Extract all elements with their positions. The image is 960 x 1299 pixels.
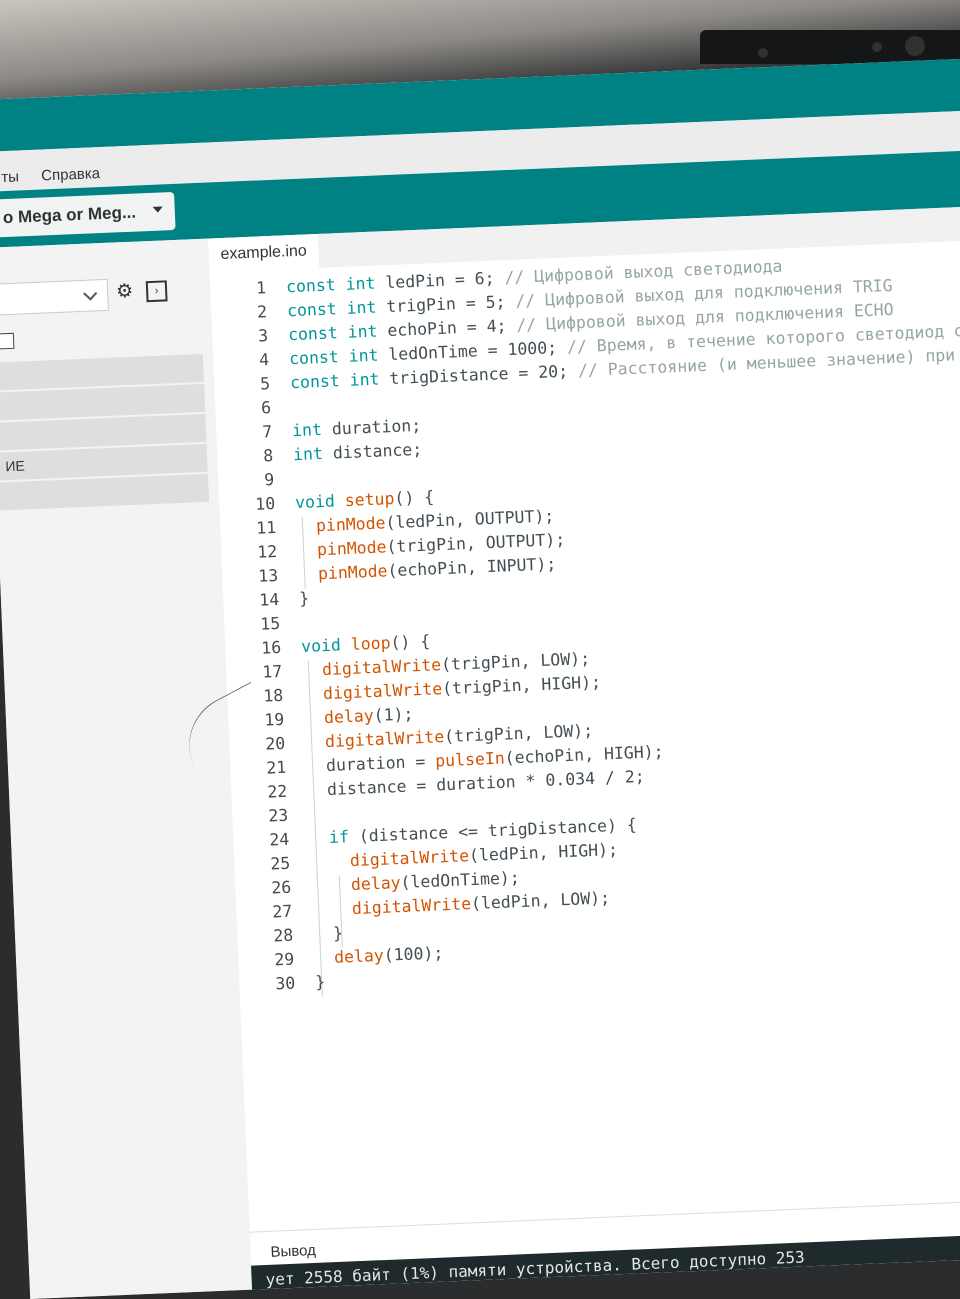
- checkbox[interactable]: [0, 332, 15, 350]
- line-number: 9: [263, 470, 275, 490]
- camera-dot-icon: [758, 48, 768, 58]
- line-number: 5: [259, 374, 271, 394]
- output-tab[interactable]: Вывод: [270, 1242, 316, 1261]
- gear-icon[interactable]: ⚙: [116, 281, 137, 303]
- code-text: void loop() {: [300, 631, 431, 657]
- line-number: 10: [254, 494, 276, 514]
- line-number: 7: [261, 422, 273, 442]
- line-number: 14: [258, 589, 280, 610]
- code-text: delay(100);: [333, 943, 444, 967]
- line-number: 13: [257, 565, 279, 586]
- line-number: 11: [255, 517, 277, 538]
- line-number: 21: [265, 757, 287, 778]
- filter-select[interactable]: [0, 278, 109, 316]
- line-number: 2: [256, 302, 268, 322]
- line-number: 30: [275, 973, 296, 994]
- line-number: 28: [272, 925, 294, 946]
- line-number: 22: [266, 781, 288, 802]
- line-number: 27: [271, 901, 293, 922]
- webcam-icon: [905, 36, 925, 56]
- line-number: 16: [260, 637, 282, 658]
- line-number: 17: [261, 661, 283, 682]
- code-text: }: [314, 972, 326, 992]
- sensor-dot-icon: [872, 42, 882, 52]
- code-text: }: [298, 588, 310, 609]
- line-number: 4: [258, 350, 270, 370]
- line-number: 24: [268, 829, 290, 850]
- menu-item-tools[interactable]: ты: [1, 168, 19, 186]
- code-editor[interactable]: 1 const int ledPin = 6; // Цифровой выход…: [209, 239, 960, 1232]
- list-item[interactable]: [0, 473, 210, 511]
- chevron-down-icon: [83, 286, 98, 301]
- line-number: 6: [260, 398, 272, 418]
- board-selector[interactable]: o Mega or Meg...: [0, 191, 176, 238]
- line-number: 1: [255, 278, 267, 298]
- dropdown-caret-icon: [152, 206, 163, 213]
- code-text: delay(1);: [323, 704, 414, 728]
- board-name: o Mega or Meg...: [2, 202, 137, 228]
- line-number: 3: [257, 326, 269, 346]
- ide-window: ты Справка o Mega or Meg... ⚙ › ИЕ examp…: [0, 58, 960, 1299]
- code-text: int distance;: [292, 439, 423, 465]
- code-text: int duration;: [291, 415, 422, 441]
- list-item-label: ИЕ: [5, 457, 26, 475]
- serial-monitor-icon[interactable]: ›: [145, 280, 168, 303]
- menu-item-help[interactable]: Справка: [41, 165, 101, 184]
- line-number: 12: [256, 541, 278, 562]
- line-number: 15: [259, 613, 281, 634]
- line-number: 8: [262, 446, 274, 466]
- line-number: 25: [269, 853, 291, 874]
- code-text: }: [312, 923, 344, 944]
- line-number: 26: [270, 877, 292, 898]
- line-number: 23: [267, 805, 289, 826]
- tab-example-ino[interactable]: example.ino: [208, 233, 320, 273]
- line-number: 29: [273, 949, 295, 970]
